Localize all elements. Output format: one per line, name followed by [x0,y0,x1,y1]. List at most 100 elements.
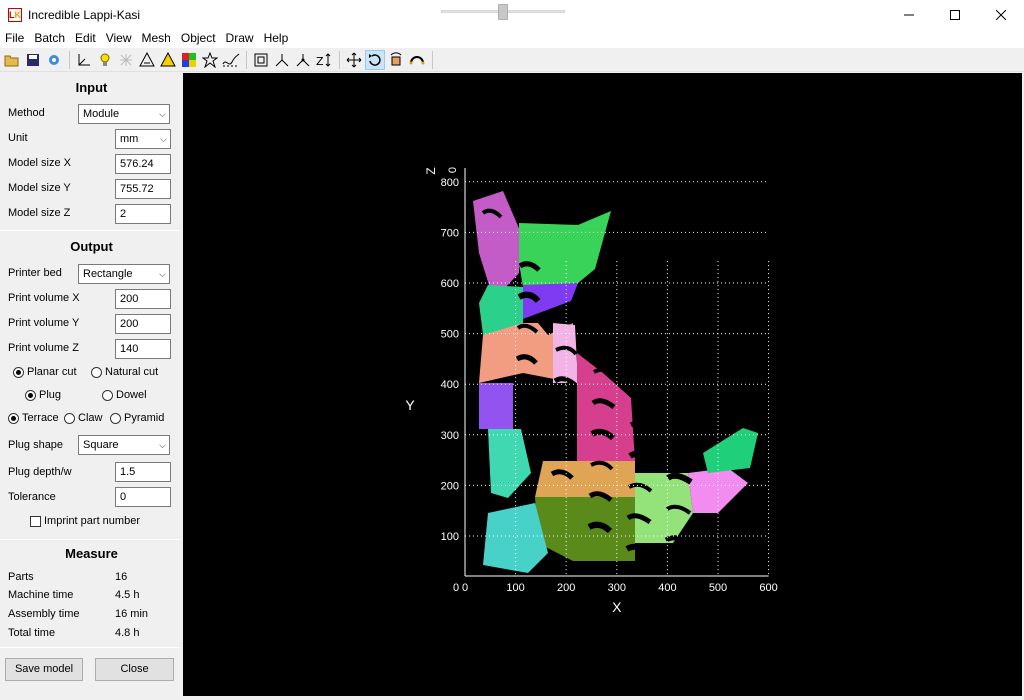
title-bar: LK Incredible Lappi-Kasi [0,0,1024,30]
imprint-checkbox[interactable]: Imprint part number [30,515,140,527]
model-size-z-field[interactable]: 2 [115,204,171,224]
divider [0,230,180,231]
transform-icon[interactable] [386,50,406,70]
menu-file[interactable]: File [0,30,29,48]
move-icon[interactable] [344,50,364,70]
model-stripe [739,269,762,281]
warning-icon[interactable] [137,50,157,70]
menu-view[interactable]: View [101,30,137,48]
x-tick-label: 500 [709,582,727,594]
plug-depth-field[interactable]: 1.5 [115,462,171,482]
close-button[interactable]: Close [95,658,174,681]
radio-dot [91,366,102,378]
svg-text:Z: Z [316,55,324,68]
assembly-time-label: Assembly time [8,608,80,620]
x-tick-label: 200 [557,582,575,594]
plug-label: Plug [39,389,62,401]
chevron-down-icon: ⌵ [159,440,166,450]
total-time-label: Total time [8,627,56,639]
wave-icon[interactable] [221,50,241,70]
input-section-title: Input [75,80,108,95]
print-volume-y-label: Print volume Y [8,317,80,329]
y-tick-label: 600 [441,278,459,290]
save-model-button[interactable]: Save model [5,658,83,681]
app-icon: LK [8,8,22,22]
model-part[interactable] [488,429,531,498]
divider [0,539,180,540]
terrace-label: Terrace [22,412,59,424]
y-tick-label: 100 [441,531,459,543]
unit-select[interactable]: mm ⌵ [115,129,171,149]
y-tick-label: 800 [441,177,459,189]
model-part[interactable] [519,211,611,287]
claw-radio[interactable]: Claw [64,412,102,424]
model-part[interactable] [688,468,748,513]
save-icon[interactable] [23,50,43,70]
menu-edit[interactable]: Edit [70,30,101,48]
axes-icon[interactable] [74,50,94,70]
z-value-label: 0 [447,167,459,173]
radio-dot [13,366,24,378]
rotate-icon[interactable] [365,49,385,70]
minimize-icon[interactable] [886,0,932,30]
maximize-icon[interactable] [932,0,978,30]
plug-radio[interactable]: Plug [25,389,61,401]
arc-icon[interactable] [407,50,427,70]
plug-depth-label: Plug depth/w [8,466,72,478]
model-stripe [699,310,727,321]
model-part[interactable] [479,383,513,429]
menu-object[interactable]: Object [176,30,221,48]
print-volume-z-label: Print volume Z [8,342,79,354]
menu-batch[interactable]: Batch [29,30,70,48]
print-volume-z-field[interactable]: 140 [115,339,171,359]
natural-cut-radio[interactable]: Natural cut [91,366,158,378]
import-icon[interactable] [44,50,64,70]
printer-bed-select[interactable]: Rectangle ⌵ [78,264,170,284]
star-icon[interactable] [200,50,220,70]
axis-y-icon[interactable] [293,50,313,70]
radio-dot [102,389,113,401]
printer-bed-label: Printer bed [8,267,62,279]
model-part[interactable] [523,283,578,319]
measure-section-title: Measure [65,546,118,561]
menu-draw[interactable]: Draw [221,30,259,48]
model-part[interactable] [535,497,635,561]
colors-icon[interactable] [158,50,178,70]
model-stripe [625,235,650,246]
print-volume-y-field[interactable]: 200 [115,314,171,334]
plug-shape-select[interactable]: Square ⌵ [78,435,170,455]
parts-label: Parts [8,571,34,583]
machine-time-value: 4.5 h [115,589,140,601]
print-volume-x-field[interactable]: 200 [115,289,171,309]
terrace-radio[interactable]: Terrace [8,412,59,424]
model-stripe [738,301,760,312]
model-part[interactable] [535,461,635,497]
model-size-y-field[interactable]: 755.72 [115,179,171,199]
open-folder-icon[interactable] [2,50,22,70]
frame-icon[interactable] [251,50,271,70]
dowel-radio[interactable]: Dowel [102,389,147,401]
radio-dot [64,412,75,424]
grid-icon[interactable] [116,50,136,70]
menu-mesh[interactable]: Mesh [137,30,176,48]
model-part[interactable] [473,191,521,288]
menu-help[interactable]: Help [259,30,294,48]
plug-shape-label: Plug shape [8,439,64,451]
light-bulb-icon[interactable] [95,50,115,70]
settings-panel: Input Method Module ⌵ Unit mm ⌵ Model size… [0,73,183,700]
close-icon[interactable] [978,0,1024,30]
model-viewport[interactable]: 0 100 200 300 400 500 600 0 100 200 300 400 500 600 70… [183,73,1022,696]
window-title: Incredible Lappi-Kasi [28,8,141,22]
plot-canvas: 0 100 200 300 400 500 600 0 100 200 300 400 500 600 70… [405,167,777,615]
axis-z-icon[interactable]: Z [314,50,334,70]
unit-value: mm [120,133,139,145]
zoom-slider-thumb[interactable] [498,4,508,20]
model-size-x-field[interactable]: 576.24 [115,154,171,174]
method-select[interactable]: Module ⌵ [78,104,170,124]
color-map-icon[interactable] [179,50,199,70]
tolerance-field[interactable]: 0 [115,487,171,507]
planar-cut-radio[interactable]: Planar cut [13,366,77,378]
pyramid-radio[interactable]: Pyramid [110,412,164,424]
model-stripe [703,526,731,537]
axis-x-icon[interactable] [272,50,292,70]
